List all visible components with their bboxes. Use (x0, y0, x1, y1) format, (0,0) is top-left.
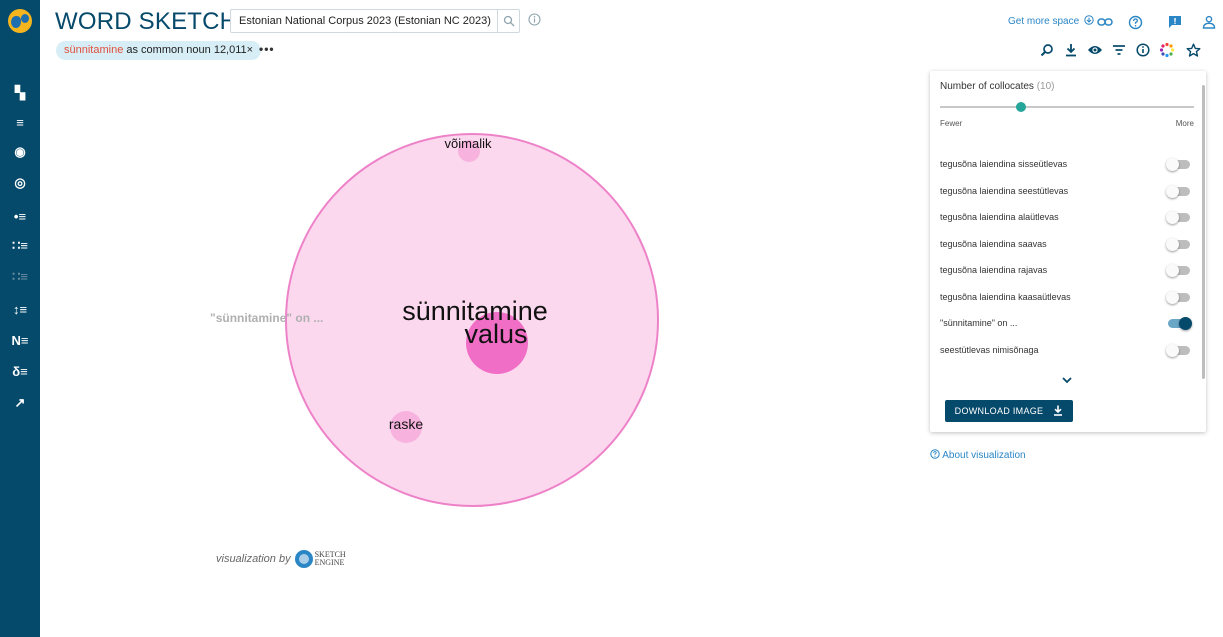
sketch-engine-logo-icon[interactable] (8, 9, 32, 33)
about-visualization-label: About visualization (942, 450, 1026, 461)
help-circle-icon (930, 449, 942, 461)
logo-text-bottom: ENGINE (314, 558, 345, 567)
corpus-info-icon[interactable] (528, 13, 541, 31)
relation-label: tegusõna laiendina saavas (940, 238, 1047, 249)
info-icon[interactable] (1134, 41, 1152, 59)
toggle-knob (1166, 264, 1179, 277)
download-icon[interactable] (1062, 41, 1080, 59)
relation-toggle[interactable] (1166, 343, 1190, 357)
toggle-knob (1179, 317, 1192, 330)
relation-label: "sünnitamine" on ... (940, 318, 1018, 328)
collocate-label-voimalik[interactable]: võimalik (445, 136, 492, 151)
sketch-engine-logo-icon: SKETCH ENGINE (294, 550, 346, 568)
collocates-count-label: Number of collocates (10) (940, 81, 1055, 92)
arrow-down-circle-icon (1082, 15, 1094, 27)
query-lemma: sünnitamine (64, 44, 124, 56)
collocate-label-raske[interactable]: raske (389, 416, 423, 432)
color-palette-icon[interactable] (1158, 41, 1176, 59)
relation-label: "sünnitamine" on ... (210, 311, 323, 325)
word-sketch-icon[interactable]: ◉ (6, 141, 34, 163)
query-chip[interactable]: sünnitamine as common noun 12,011× (56, 41, 262, 60)
download-image-button[interactable]: DOWNLOAD IMAGE (945, 400, 1073, 422)
toggle-knob (1166, 184, 1179, 198)
panel-scrollbar[interactable] (1202, 85, 1205, 379)
relation-row: seestütlevas nimisõnaga (940, 343, 1194, 359)
relation-toggle[interactable] (1168, 317, 1192, 330)
more-options-icon[interactable]: ••• (259, 42, 275, 56)
download-image-label: DOWNLOAD IMAGE (954, 406, 1044, 416)
list-icon[interactable]: ≡ (6, 111, 34, 133)
visualization-settings-panel: Number of collocates (10) Fewer More teg… (930, 71, 1206, 432)
relation-label: tegusõna laiendina seestütlevas (940, 185, 1069, 196)
relation-row: tegusõna laiendina kaasaütlevas (940, 290, 1194, 306)
eye-icon[interactable] (1086, 41, 1104, 59)
download-icon (1053, 405, 1063, 418)
collocate-label-valus[interactable]: valus (464, 319, 527, 349)
search-icon[interactable] (497, 10, 519, 32)
get-more-space-label: Get more space (1008, 16, 1080, 27)
about-visualization-link[interactable]: About visualization (930, 449, 1026, 461)
wordlist-icon[interactable]: ↕≡ (6, 298, 34, 320)
relation-row: tegusõna laiendina sisseütlevas (940, 157, 1194, 173)
collocates-slider-track[interactable] (940, 106, 1194, 108)
visualization-credit: visualization by SKETCH ENGINE (216, 550, 346, 568)
slider-fewer-label: Fewer (940, 119, 963, 128)
dashboard-icon[interactable]: ▚ (6, 82, 34, 104)
filter-icon[interactable] (1110, 41, 1128, 59)
relation-label: tegusõna laiendina alaütlevas (940, 212, 1059, 222)
left-sidebar: ▚ ≡ ◉ ◎ •≡ ∷≡ ∷≡ ↕≡ N≡ δ≡ ↗ (0, 0, 40, 637)
collocates-slider-handle[interactable] (1016, 102, 1027, 112)
relation-row: tegusõna laiendina saavas (940, 237, 1194, 253)
toggle-knob (1166, 158, 1179, 171)
concordance-icon[interactable]: ∷≡ (6, 235, 34, 257)
relation-toggle[interactable] (1166, 237, 1190, 251)
relation-toggle[interactable] (1166, 264, 1190, 277)
thesaurus-icon[interactable]: •≡ (6, 205, 34, 227)
relation-row: tegusõna laiendina seestütlevas (940, 184, 1194, 200)
toggle-knob (1166, 343, 1179, 357)
query-details: as common noun 12,011× (123, 44, 254, 56)
feedback-icon[interactable] (1166, 13, 1184, 31)
collocates-label-text: Number of collocates (940, 81, 1034, 92)
slider-more-label: More (1175, 119, 1194, 128)
relation-label: seestütlevas nimisõnaga (940, 344, 1039, 355)
keywords-icon[interactable]: δ≡ (6, 360, 34, 382)
zoom-icon[interactable] (1038, 41, 1056, 59)
star-icon[interactable] (1184, 41, 1202, 59)
collocates-count: (10) (1036, 81, 1055, 92)
relation-toggle[interactable] (1166, 184, 1190, 198)
link-icon[interactable] (1096, 13, 1114, 31)
toggle-knob (1166, 211, 1179, 224)
user-icon[interactable] (1200, 13, 1218, 31)
sketch-diff-icon[interactable]: ◎ (6, 172, 34, 194)
toggle-knob (1166, 290, 1179, 304)
relation-label: tegusõna laiendina sisseütlevas (940, 159, 1068, 169)
relation-label: tegusõna laiendina kaasaütlevas (940, 291, 1071, 302)
relation-row: "sünnitamine" on ... (940, 316, 1194, 332)
toggle-knob (1166, 237, 1179, 251)
corpus-selector-value: Estonian National Corpus 2023 (Estonian … (239, 15, 491, 27)
get-more-space-link[interactable]: Get more space (1008, 15, 1094, 27)
visualization-credit-text: visualization by (216, 553, 291, 565)
ngrams-icon[interactable]: N≡ (6, 329, 34, 351)
chevron-down-icon[interactable] (1061, 371, 1073, 389)
relation-toggle[interactable] (1166, 211, 1190, 224)
parallel-icon[interactable]: ∷≡ (6, 266, 34, 288)
word-sketch-visualization: "sünnitamine" on ... võimalik sünnitamin… (40, 70, 920, 630)
relation-row: tegusõna laiendina rajavas (940, 263, 1194, 279)
relation-toggle[interactable] (1166, 290, 1190, 304)
corpus-selector[interactable]: Estonian National Corpus 2023 (Estonian … (230, 9, 520, 33)
relation-label: tegusõna laiendina rajavas (940, 265, 1048, 275)
trends-icon[interactable]: ↗ (6, 392, 34, 414)
relation-toggle[interactable] (1166, 158, 1190, 171)
help-icon[interactable] (1126, 13, 1144, 31)
relation-row: tegusõna laiendina alaütlevas (940, 210, 1194, 226)
page-title: WORD SKETCH (55, 8, 238, 35)
